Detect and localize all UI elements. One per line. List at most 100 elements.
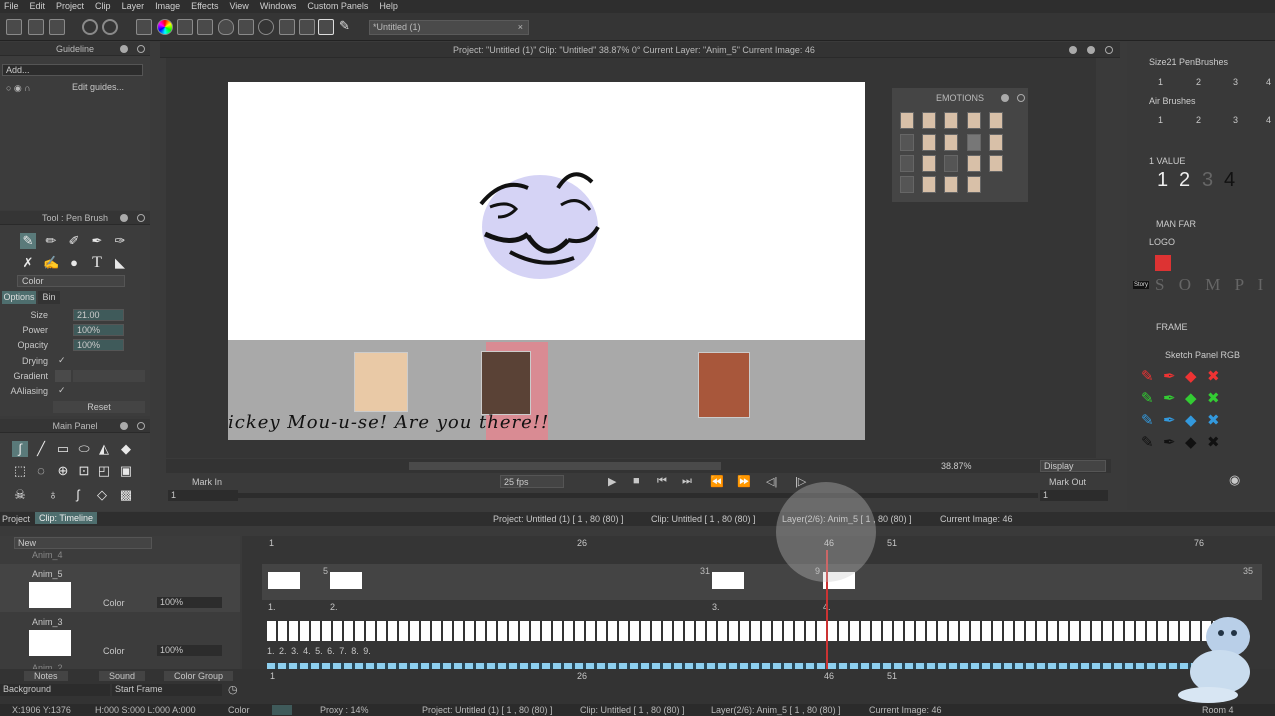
stop-icon[interactable]: ■	[633, 475, 640, 487]
aaliasing-checkbox[interactable]: ✓	[58, 385, 66, 396]
emotion-thumb[interactable]	[967, 176, 981, 193]
magnifier-icon[interactable]	[258, 19, 274, 35]
black-pen-icon[interactable]: ✒	[1163, 433, 1176, 451]
opacity-field[interactable]: 100%	[73, 339, 124, 351]
fps-dropdown[interactable]: 25 fps	[500, 475, 564, 488]
emotion-thumb[interactable]	[989, 134, 1003, 151]
value-4[interactable]: 4	[1224, 169, 1235, 192]
clock-icon[interactable]: ◷	[228, 683, 238, 696]
brush-num-3[interactable]: 3	[1233, 77, 1238, 87]
tab-sound[interactable]: Sound	[99, 671, 146, 681]
air-num-1[interactable]: 1	[1158, 115, 1163, 125]
ink-pen-icon[interactable]: ✒	[89, 233, 105, 249]
photo-card-1[interactable]	[354, 352, 408, 412]
tab-clip-timeline[interactable]: Clip: Timeline	[35, 512, 98, 524]
zoom-value[interactable]: 38.87%	[941, 461, 972, 471]
power-field[interactable]: 100%	[73, 324, 124, 336]
play-icon[interactable]: ▶	[608, 475, 616, 488]
layer-opacity-field[interactable]: 100%	[157, 645, 222, 656]
anim5-cell-3[interactable]	[712, 572, 744, 589]
save-icon[interactable]	[49, 19, 65, 35]
add-guide-dropdown[interactable]: Add...	[2, 64, 143, 76]
new-layer-dropdown[interactable]: New	[14, 537, 152, 549]
tab-bin[interactable]: Bin	[38, 291, 60, 304]
brush-num-2[interactable]: 2	[1196, 77, 1201, 87]
emotion-thumb[interactable]	[922, 176, 936, 193]
pen-icon[interactable]: ✎	[339, 19, 355, 35]
emotion-thumb[interactable]	[944, 134, 958, 151]
fill-icon[interactable]: ◣	[112, 255, 128, 271]
menu-file[interactable]: File	[0, 0, 26, 13]
light-bulb-icon[interactable]	[218, 19, 234, 35]
close-panel-icon[interactable]	[137, 422, 145, 430]
tab-color-group[interactable]: Color Group	[164, 671, 234, 681]
document-tab[interactable]: *Untitled (1) ×	[369, 20, 529, 35]
story-label[interactable]: Story	[1133, 281, 1150, 289]
menu-custom-panels[interactable]: Custom Panels	[303, 0, 375, 13]
air-num-3[interactable]: 3	[1233, 115, 1238, 125]
tools-icon[interactable]	[177, 19, 193, 35]
rectangle-icon[interactable]: ▭	[55, 441, 71, 457]
hand-icon[interactable]	[279, 19, 295, 35]
panel-menu-icon[interactable]	[1001, 94, 1009, 102]
marker-icon[interactable]: ✐	[66, 233, 82, 249]
green-pen-icon[interactable]: ✒	[1163, 389, 1176, 407]
prev-key-icon[interactable]: ◁|	[766, 475, 777, 488]
layer-row-anim5[interactable]: Anim_5 Color 100%	[0, 564, 240, 612]
tab-notes[interactable]: Notes	[24, 671, 68, 681]
minimize-icon[interactable]	[1069, 46, 1077, 54]
anim3-track[interactable]	[267, 621, 1237, 641]
sompi-letters[interactable]: S O M P I	[1155, 275, 1268, 295]
camera-icon[interactable]: ▣	[118, 463, 134, 479]
reset-button[interactable]: Reset	[53, 401, 145, 413]
drop-icon[interactable]: ●	[66, 255, 82, 271]
lasso-icon[interactable]: ◌	[33, 463, 49, 479]
last-frame-icon[interactable]: ⏭	[682, 475, 692, 488]
background-dropdown[interactable]: Background	[0, 684, 110, 696]
text-tool-icon[interactable]: T	[89, 255, 105, 271]
blue-pen-icon[interactable]: ✒	[1163, 411, 1176, 429]
color-wheel-icon[interactable]	[157, 19, 173, 35]
red-cross-icon[interactable]: ✖	[1207, 367, 1220, 385]
open-folder-icon[interactable]	[28, 19, 44, 35]
black-brush-icon[interactable]: ✎	[1141, 433, 1154, 451]
menu-windows[interactable]: Windows	[256, 0, 304, 13]
logo-red-icon[interactable]	[1155, 255, 1171, 271]
menu-edit[interactable]: Edit	[26, 0, 53, 13]
emotion-thumb[interactable]	[967, 155, 981, 172]
redo-icon[interactable]	[102, 19, 118, 35]
close-tab-icon[interactable]: ×	[518, 21, 523, 34]
red-pen-icon[interactable]: ✒	[1163, 367, 1176, 385]
menu-clip[interactable]: Clip	[91, 0, 118, 13]
mark-in-field[interactable]: 1	[168, 490, 238, 501]
crop-icon[interactable]: ⊡	[76, 463, 92, 479]
tab-options[interactable]: Options	[2, 291, 36, 304]
red-brush-icon[interactable]: ✎	[1141, 367, 1154, 385]
emotion-thumb[interactable]	[922, 155, 936, 172]
skull-icon[interactable]: ☠	[12, 487, 28, 503]
bucket-icon[interactable]: ◭	[96, 441, 112, 457]
pencil-icon[interactable]: ✏	[43, 233, 59, 249]
black-eraser-icon[interactable]: ◆	[1185, 433, 1197, 451]
green-brush-icon[interactable]: ✎	[1141, 389, 1154, 407]
photo-card-2[interactable]	[481, 351, 531, 415]
anim5-cell-1[interactable]	[268, 572, 300, 589]
blue-brush-icon[interactable]: ✎	[1141, 411, 1154, 429]
transform-icon[interactable]: ⊕	[55, 463, 71, 479]
maximize-icon[interactable]	[1087, 46, 1095, 54]
black-cross-icon[interactable]: ✖	[1207, 433, 1220, 451]
emotion-thumb[interactable]	[944, 176, 958, 193]
size-field[interactable]: 21.00	[73, 309, 124, 321]
glass-icon[interactable]: ♁	[45, 487, 61, 503]
panel-menu-icon[interactable]	[120, 422, 128, 430]
new-file-icon[interactable]	[6, 19, 22, 35]
layer-name-anim4[interactable]: Anim_4	[32, 550, 63, 560]
menu-image[interactable]: Image	[151, 0, 187, 13]
green-eraser-icon[interactable]: ◆	[1185, 389, 1197, 407]
playback-slider[interactable]	[238, 493, 1038, 498]
menu-layer[interactable]: Layer	[118, 0, 152, 13]
emotion-thumb[interactable]	[900, 155, 914, 172]
panel-menu-icon[interactable]	[120, 214, 128, 222]
drawing-canvas[interactable]	[228, 82, 865, 340]
anim5-track[interactable]: 5 31 9 35 1. 2. 3. 4.	[262, 564, 1262, 612]
